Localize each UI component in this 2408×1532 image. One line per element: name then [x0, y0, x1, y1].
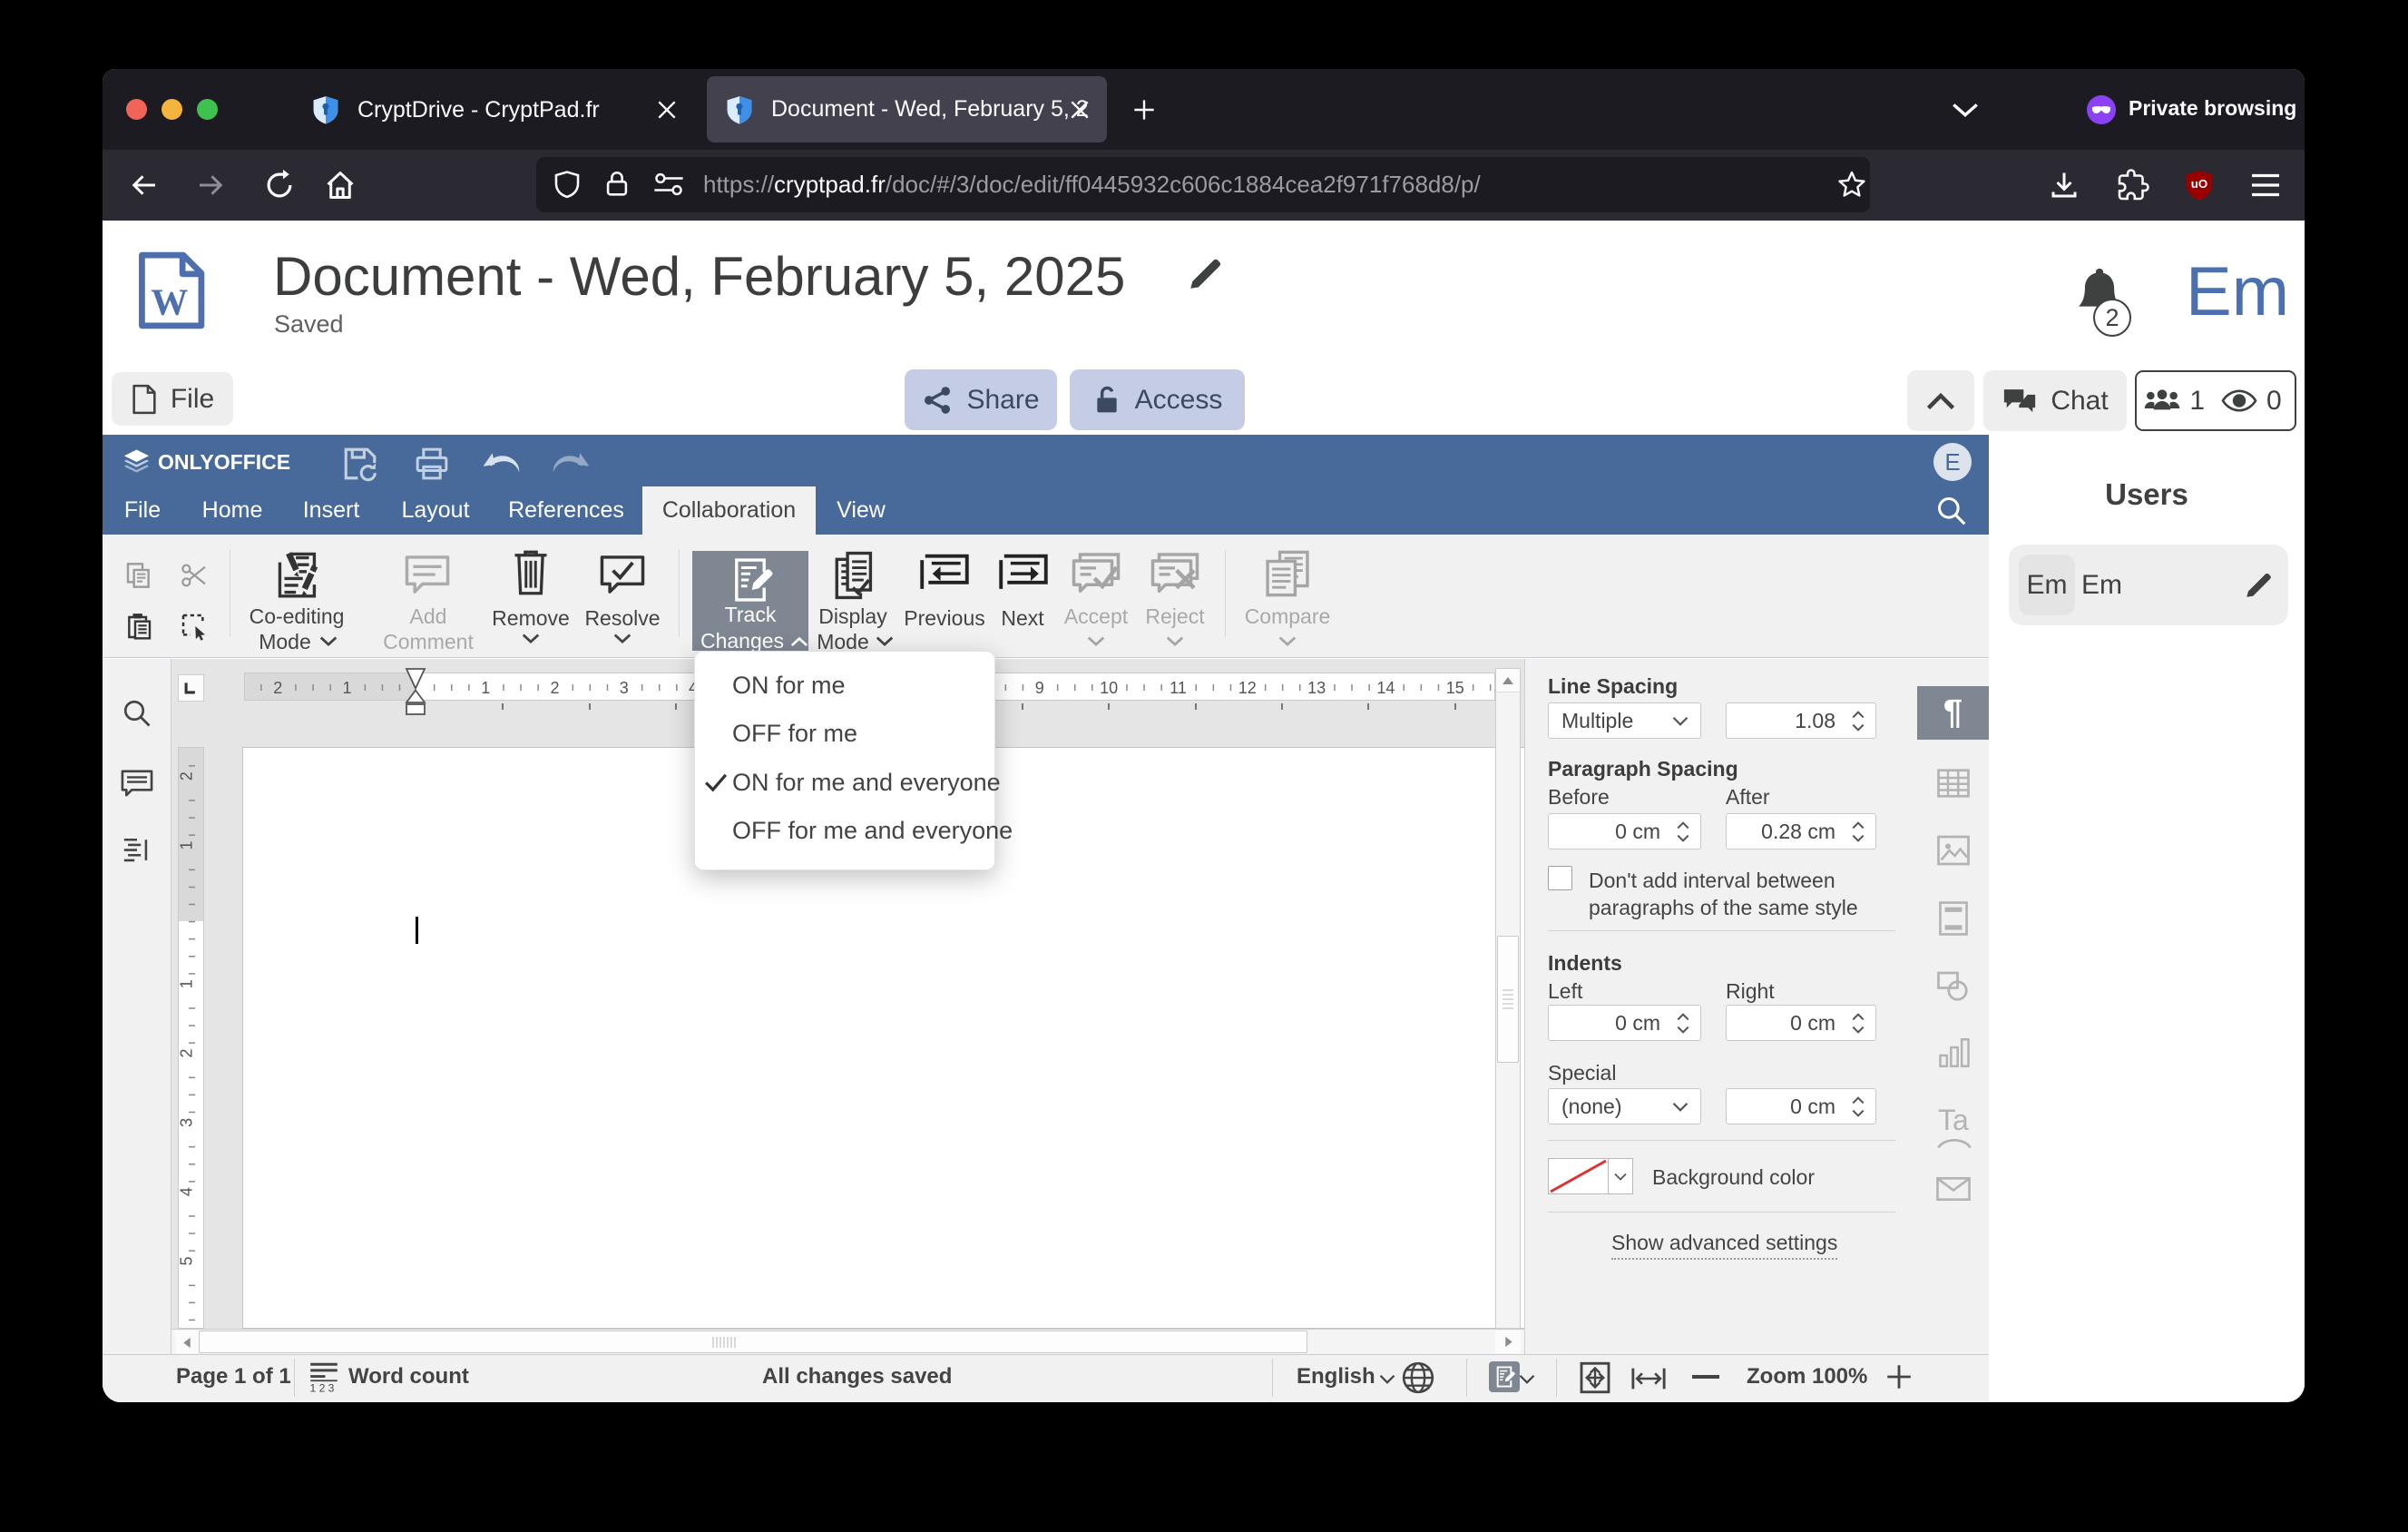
svg-text:2: 2 — [179, 771, 196, 781]
svg-text:1 2 3: 1 2 3 — [309, 1381, 334, 1392]
svg-text:2: 2 — [550, 679, 559, 697]
svg-text:13: 13 — [1307, 679, 1326, 697]
svg-text:14: 14 — [1376, 679, 1395, 697]
svg-text:3: 3 — [620, 679, 629, 697]
svg-text:12: 12 — [1238, 679, 1257, 697]
svg-text:2: 2 — [179, 1048, 196, 1057]
svg-text:1: 1 — [179, 840, 196, 849]
svg-text:5: 5 — [179, 1256, 196, 1265]
svg-text:1: 1 — [342, 679, 351, 697]
svg-text:4: 4 — [179, 1187, 196, 1196]
svg-text:10: 10 — [1100, 679, 1118, 697]
svg-text:3: 3 — [179, 1118, 196, 1127]
svg-text:9: 9 — [1035, 679, 1044, 697]
svg-text:1: 1 — [481, 679, 490, 697]
svg-text:uO: uO — [2191, 177, 2207, 191]
svg-text:2: 2 — [273, 679, 282, 697]
svg-text:11: 11 — [1170, 679, 1187, 697]
svg-text:15: 15 — [1446, 679, 1464, 697]
svg-text:W: W — [151, 282, 188, 323]
svg-text:1: 1 — [179, 979, 196, 988]
